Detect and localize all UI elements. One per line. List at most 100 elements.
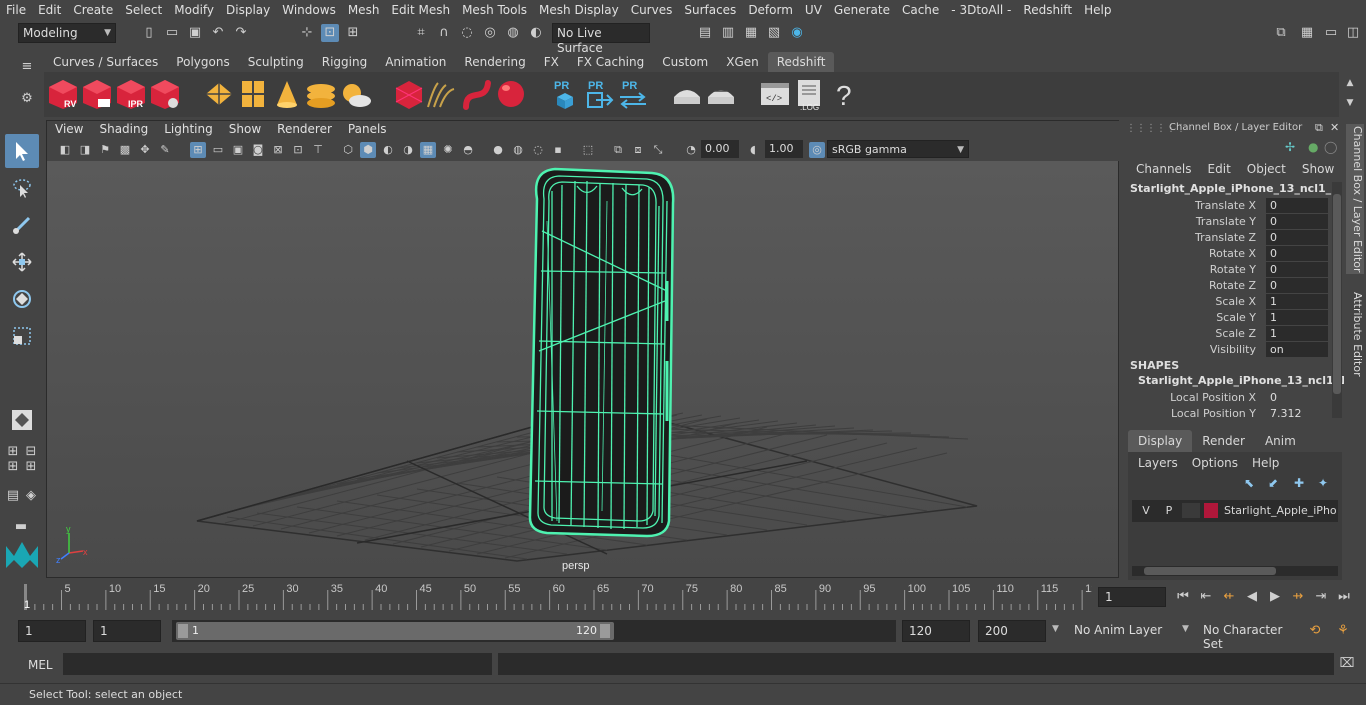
menu-deform[interactable]: Deform xyxy=(742,3,799,17)
shelf-tab-polygons[interactable]: Polygons xyxy=(167,52,238,72)
attr-value[interactable]: 0 xyxy=(1266,214,1328,229)
shelf-tab-curves[interactable]: Curves / Surfaces xyxy=(44,52,167,72)
attr-row[interactable]: Translate Z 0 xyxy=(1122,230,1332,246)
script-editor-open-icon[interactable]: ⌧ xyxy=(1338,655,1356,673)
redshift-sun-sky-icon[interactable] xyxy=(338,77,372,111)
time-slider[interactable]: 5 10 15 20 25 30 35 40 45 50 55 60 65 70 75 80 85 90 95 100… xyxy=(18,580,1097,614)
step-back-frame-icon[interactable]: ⇷ xyxy=(1220,588,1238,606)
cb-menu-edit[interactable]: Edit xyxy=(1208,162,1231,176)
shelf-tab-custom[interactable]: Custom xyxy=(653,52,717,72)
bake-pie-icon[interactable] xyxy=(670,77,704,111)
tab-attribute-editor[interactable]: Attribute Editor xyxy=(1346,286,1364,382)
panel-toggle-icon[interactable]: ▭ xyxy=(1322,24,1340,42)
scrollbar-thumb[interactable] xyxy=(1144,567,1276,575)
move-tool[interactable] xyxy=(5,245,39,279)
menu-mesh-tools[interactable]: Mesh Tools xyxy=(456,3,533,17)
lasso-tool[interactable] xyxy=(5,171,39,205)
redshift-sphere-icon[interactable] xyxy=(494,77,528,111)
shelf-tab-fx[interactable]: FX xyxy=(535,52,568,72)
manipulator-icon[interactable]: ✢ xyxy=(1285,140,1295,154)
snap-grid-icon[interactable]: ⌗ xyxy=(412,24,430,42)
menu-modify[interactable]: Modify xyxy=(168,3,220,17)
layer-type-toggle[interactable] xyxy=(1182,503,1200,518)
safe-title-icon[interactable]: ⊤ xyxy=(310,142,326,158)
new-scene-icon[interactable]: ▯ xyxy=(140,24,158,42)
attr-value[interactable]: 0 xyxy=(1266,230,1328,245)
scrollbar-thumb[interactable] xyxy=(1333,194,1341,394)
3d-scene-canvas[interactable]: x y z persp xyxy=(47,161,1118,577)
paint-select-tool[interactable] xyxy=(5,208,39,242)
isolate-select-icon[interactable]: ⬚ xyxy=(580,142,596,158)
layout-graph-icon[interactable]: ◈ xyxy=(22,487,40,505)
layer-menu-options[interactable]: Options xyxy=(1192,456,1238,470)
anim-prefs-icon[interactable]: ⚘ xyxy=(1334,622,1352,640)
play-backwards-icon[interactable]: ◀ xyxy=(1243,588,1261,606)
redshift-render-view-icon[interactable]: RV xyxy=(46,77,80,111)
live-surface-field[interactable]: No Live Surface xyxy=(552,23,650,55)
cb-menu-channels[interactable]: Channels xyxy=(1136,162,1192,176)
menu-create[interactable]: Create xyxy=(67,3,119,17)
scale-tool[interactable] xyxy=(5,319,39,353)
menu-mesh-display[interactable]: Mesh Display xyxy=(533,3,625,17)
layer-tab-display[interactable]: Display xyxy=(1128,430,1193,452)
menu-surfaces[interactable]: Surfaces xyxy=(678,3,742,17)
scroll-down-icon[interactable]: ▼ xyxy=(1341,94,1359,112)
wireframe-on-shaded-icon[interactable]: ◐ xyxy=(380,142,396,158)
snap-together-tool[interactable] xyxy=(5,403,39,437)
camera-pan-icon[interactable]: ✥ xyxy=(137,142,153,158)
mode-selector[interactable]: Modeling ▼ xyxy=(18,23,116,43)
layout-two-icon[interactable]: ⊞ xyxy=(4,458,22,476)
layer-tab-render[interactable]: Render xyxy=(1192,430,1255,452)
smooth-shade-icon[interactable]: ⬢ xyxy=(360,142,376,158)
snap-curve-icon[interactable]: ∩ xyxy=(435,24,453,42)
layer-hscrollbar[interactable] xyxy=(1132,566,1338,576)
xray-joints-icon[interactable]: ⧉ xyxy=(610,142,626,158)
step-back-key-icon[interactable]: ⇤ xyxy=(1197,588,1215,606)
snap-surface-icon[interactable]: ◍ xyxy=(504,24,522,42)
shelf-tab-sculpting[interactable]: Sculpting xyxy=(239,52,313,72)
anti-aliasing-icon[interactable]: ◌ xyxy=(530,142,546,158)
motion-blur-icon[interactable]: ◍ xyxy=(510,142,526,158)
field-chart-icon[interactable]: ⊠ xyxy=(270,142,286,158)
sidebar-toggle-icon[interactable]: ◫ xyxy=(1344,24,1362,42)
pr-import-icon[interactable]: PR xyxy=(616,77,650,111)
help-icon[interactable]: ? xyxy=(826,77,860,111)
menu-3dtoall[interactable]: - 3DtoAll - xyxy=(945,3,1017,17)
redshift-ipr-icon[interactable]: IPR xyxy=(114,77,148,111)
layer-visibility-toggle[interactable]: V xyxy=(1137,504,1155,519)
lock-icon[interactable]: ◯ xyxy=(1324,140,1337,154)
color-space-select[interactable]: sRGB gamma ▼ xyxy=(827,140,969,158)
move-layer-up-icon[interactable]: ⬉ xyxy=(1244,476,1254,490)
range-end-handle[interactable] xyxy=(600,624,610,638)
redshift-spot-light-icon[interactable] xyxy=(270,77,304,111)
redshift-render-seq-icon[interactable] xyxy=(80,77,114,111)
chevron-down-icon[interactable]: ▼ xyxy=(1052,624,1059,634)
bake-pie-2-icon[interactable] xyxy=(704,77,738,111)
float-panel-icon[interactable]: ⧉ xyxy=(1315,121,1323,135)
menu-help[interactable]: Help xyxy=(1078,3,1117,17)
ipr-render-icon[interactable]: ▦ xyxy=(742,24,760,42)
bookmark-icon[interactable]: ⚑ xyxy=(97,142,113,158)
safe-action-icon[interactable]: ⊡ xyxy=(290,142,306,158)
menu-edit[interactable]: Edit xyxy=(32,3,67,17)
shelf-menu-icon[interactable]: ≡ xyxy=(18,58,36,76)
menu-generate[interactable]: Generate xyxy=(828,3,896,17)
shelf-tab-rigging[interactable]: Rigging xyxy=(313,52,376,72)
ambient-occlusion-icon[interactable]: ● xyxy=(490,142,506,158)
backface-icon[interactable]: ⤡ xyxy=(650,142,666,158)
camera-select-icon[interactable]: ◧ xyxy=(57,142,73,158)
attr-value[interactable]: 0 xyxy=(1266,246,1328,261)
xray-active-icon[interactable]: ⧈ xyxy=(630,142,646,158)
film-gate-icon[interactable]: ▭ xyxy=(210,142,226,158)
open-scene-icon[interactable]: ▭ xyxy=(163,24,181,42)
select-hierarchy-icon[interactable]: ⊹ xyxy=(298,24,316,42)
layer-tab-anim[interactable]: Anim xyxy=(1255,430,1306,452)
layout-outliner-icon[interactable]: ▤ xyxy=(4,487,22,505)
attr-row[interactable]: Rotate Y 0 xyxy=(1122,262,1332,278)
select-tool[interactable] xyxy=(5,134,39,168)
menu-file[interactable]: File xyxy=(0,3,32,17)
layer-menu-layers[interactable]: Layers xyxy=(1138,456,1178,470)
menu-redshift[interactable]: Redshift xyxy=(1017,3,1078,17)
vp-menu-show[interactable]: Show xyxy=(221,121,269,139)
go-to-end-icon[interactable]: ⏭ xyxy=(1335,588,1353,606)
